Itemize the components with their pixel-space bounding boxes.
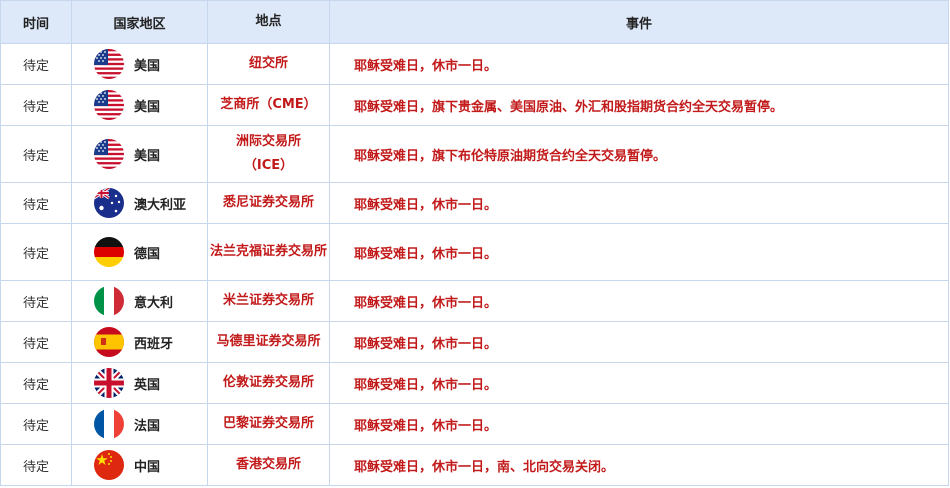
table-row: 待定 美国 洲际交易所（ICE） 耶稣受难日，旗下布伦特原油期货合约全天交易暂停… bbox=[0, 125, 949, 183]
place-cell: 悉尼证券交易所 bbox=[207, 182, 330, 224]
table-row: 待定 西班牙 马德里证券交易所 耶稣受难日，休市一日。 bbox=[0, 321, 949, 363]
event-cell: 耶稣受难日，休市一日。 bbox=[329, 321, 949, 363]
country-name: 英国 bbox=[134, 377, 161, 393]
header-place: 地点 bbox=[207, 0, 330, 44]
cn-flag-icon bbox=[94, 450, 124, 480]
place-cell: 马德里证券交易所 bbox=[207, 321, 330, 363]
country-name: 德国 bbox=[134, 246, 161, 262]
country-name: 澳大利亚 bbox=[134, 197, 187, 213]
table-row: 待定 澳大利亚 悉尼证券交易所 耶稣受难日，休市一日。 bbox=[0, 182, 949, 224]
place-cell: 芝商所（CME） bbox=[207, 84, 330, 126]
country-name: 中国 bbox=[134, 459, 161, 475]
event-cell: 耶稣受难日，休市一日。 bbox=[329, 362, 949, 404]
time-cell: 待定 bbox=[0, 403, 72, 445]
place-cell: 伦敦证券交易所 bbox=[207, 362, 330, 404]
it-flag-icon bbox=[94, 286, 124, 316]
time-cell: 待定 bbox=[0, 280, 72, 322]
header-event: 事件 bbox=[329, 0, 949, 44]
place-cell: 洲际交易所（ICE） bbox=[207, 125, 330, 183]
time-cell: 待定 bbox=[0, 362, 72, 404]
table-row: 待定 意大利 米兰证券交易所 耶稣受难日，休市一日。 bbox=[0, 280, 949, 322]
holiday-table: 时间 国家地区 地点 事件 待定 美国 纽交所 耶稣受难日，休市一日。 待定 美… bbox=[0, 0, 949, 486]
place-cell: 巴黎证券交易所 bbox=[207, 403, 330, 445]
place-cell: 法兰克福证券交易所 bbox=[207, 223, 330, 281]
time-cell: 待定 bbox=[0, 223, 72, 281]
fr-flag-icon bbox=[94, 409, 124, 439]
au-flag-icon bbox=[94, 188, 124, 218]
table-row: 待定 英国 伦敦证券交易所 耶稣受难日，休市一日。 bbox=[0, 362, 949, 404]
time-cell: 待定 bbox=[0, 43, 72, 85]
header-country: 国家地区 bbox=[71, 0, 208, 44]
time-cell: 待定 bbox=[0, 182, 72, 224]
table-header-row: 时间 国家地区 地点 事件 bbox=[0, 0, 949, 44]
event-cell: 耶稣受难日，旗下贵金属、美国原油、外汇和股指期货合约全天交易暂停。 bbox=[329, 84, 949, 126]
country-cell: 中国 bbox=[71, 444, 208, 486]
country-name: 美国 bbox=[134, 148, 161, 164]
country-cell: 美国 bbox=[71, 84, 208, 126]
us-flag-icon bbox=[94, 49, 124, 79]
country-name: 法国 bbox=[134, 418, 161, 434]
event-cell: 耶稣受难日，休市一日。 bbox=[329, 223, 949, 281]
table-row: 待定 法国 巴黎证券交易所 耶稣受难日，休市一日。 bbox=[0, 403, 949, 445]
event-cell: 耶稣受难日，休市一日。 bbox=[329, 43, 949, 85]
country-cell: 澳大利亚 bbox=[71, 182, 208, 224]
country-cell: 法国 bbox=[71, 403, 208, 445]
time-cell: 待定 bbox=[0, 84, 72, 126]
de-flag-icon bbox=[94, 237, 124, 267]
event-cell: 耶稣受难日，休市一日。 bbox=[329, 182, 949, 224]
us-flag-icon bbox=[94, 139, 124, 169]
place-cell: 香港交易所 bbox=[207, 444, 330, 486]
place-cell: 纽交所 bbox=[207, 43, 330, 85]
country-cell: 英国 bbox=[71, 362, 208, 404]
table-row: 待定 德国 法兰克福证券交易所 耶稣受难日，休市一日。 bbox=[0, 223, 949, 281]
country-cell: 美国 bbox=[71, 125, 208, 183]
country-name: 美国 bbox=[134, 99, 161, 115]
table-row: 待定 美国 芝商所（CME） 耶稣受难日，旗下贵金属、美国原油、外汇和股指期货合… bbox=[0, 84, 949, 126]
event-cell: 耶稣受难日，休市一日。 bbox=[329, 403, 949, 445]
time-cell: 待定 bbox=[0, 321, 72, 363]
country-name: 意大利 bbox=[134, 295, 174, 311]
country-name: 西班牙 bbox=[134, 336, 174, 352]
table-body: 待定 美国 纽交所 耶稣受难日，休市一日。 待定 美国 芝商所（CME） 耶稣受… bbox=[0, 43, 949, 486]
event-cell: 耶稣受难日，休市一日，南、北向交易关闭。 bbox=[329, 444, 949, 486]
header-time: 时间 bbox=[0, 0, 72, 44]
country-name: 美国 bbox=[134, 58, 161, 74]
table-row: 待定 美国 纽交所 耶稣受难日，休市一日。 bbox=[0, 43, 949, 85]
country-cell: 西班牙 bbox=[71, 321, 208, 363]
country-cell: 德国 bbox=[71, 223, 208, 281]
time-cell: 待定 bbox=[0, 125, 72, 183]
country-cell: 意大利 bbox=[71, 280, 208, 322]
time-cell: 待定 bbox=[0, 444, 72, 486]
us-flag-icon bbox=[94, 90, 124, 120]
table-row: 待定 中国 香港交易所 耶稣受难日，休市一日，南、北向交易关闭。 bbox=[0, 444, 949, 486]
event-cell: 耶稣受难日，休市一日。 bbox=[329, 280, 949, 322]
event-cell: 耶稣受难日，旗下布伦特原油期货合约全天交易暂停。 bbox=[329, 125, 949, 183]
place-cell: 米兰证券交易所 bbox=[207, 280, 330, 322]
country-cell: 美国 bbox=[71, 43, 208, 85]
es-flag-icon bbox=[94, 327, 124, 357]
gb-flag-icon bbox=[94, 368, 124, 398]
